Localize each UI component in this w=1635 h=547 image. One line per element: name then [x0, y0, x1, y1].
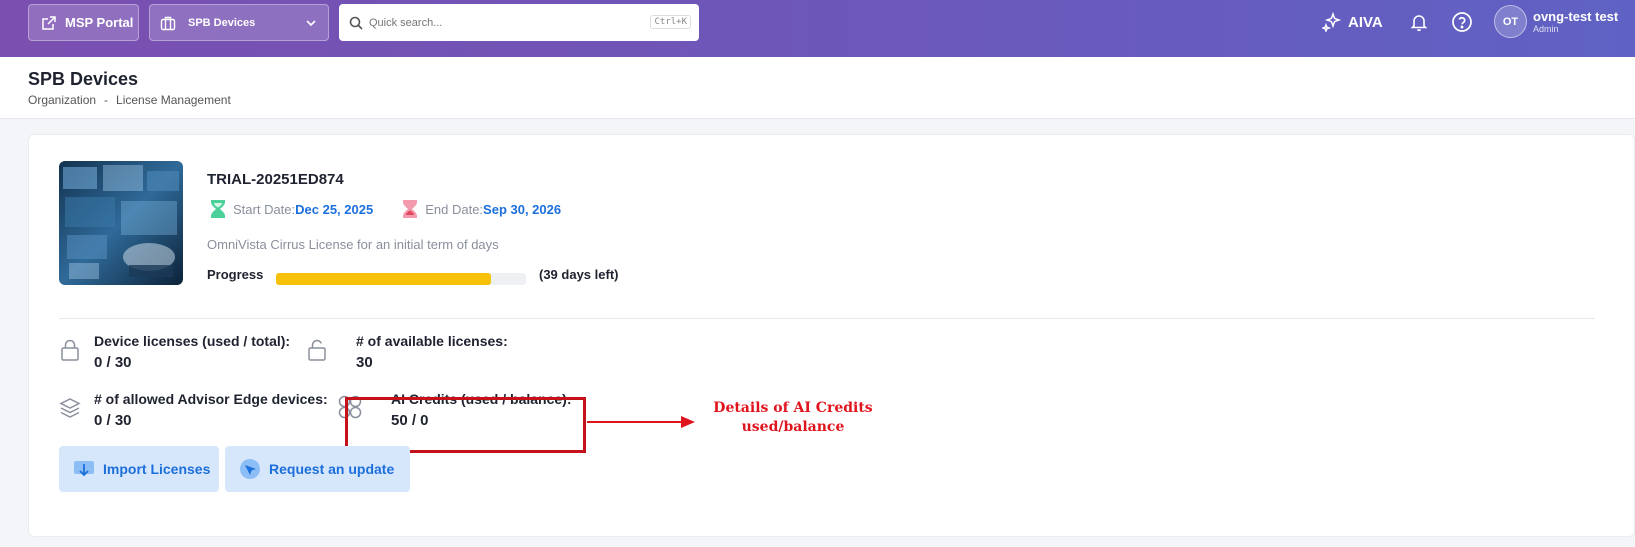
annotation-text: Details of AI Credits used/balance: [705, 399, 881, 437]
user-role: Admin: [1533, 24, 1559, 34]
device-licenses-label: Device licenses (used / total):: [94, 333, 291, 349]
progress-label: Progress: [207, 267, 264, 282]
search-input[interactable]: [369, 16, 639, 29]
annotation-line-1: Details of AI Credits: [713, 400, 873, 416]
unlock-icon: [308, 339, 326, 361]
quick-search[interactable]: Ctrl+K: [339, 4, 699, 41]
end-date-value: Sep 30, 2026: [483, 201, 562, 217]
page-title: SPB Devices: [28, 69, 139, 89]
import-licenses-label: Import Licenses: [103, 461, 211, 477]
progress-fill: [276, 273, 491, 285]
annotation-arrow: [587, 416, 695, 428]
msp-portal-label: MSP Portal: [65, 15, 134, 30]
device-licenses-value: 0 / 30: [94, 354, 132, 371]
help-icon[interactable]: [1451, 11, 1473, 33]
license-dates: Start Date: Dec 25, 2025 End Date: Sep 3…: [209, 199, 589, 219]
available-licenses-value: 30: [356, 354, 373, 371]
breadcrumb-organization[interactable]: Organization: [28, 93, 96, 107]
chevron-down-icon: [306, 20, 316, 27]
advisor-edge-label: # of allowed Advisor Edge devices:: [94, 391, 328, 407]
annotation-line-2: used/balance: [741, 419, 845, 435]
available-licenses-label: # of available licenses:: [356, 333, 508, 349]
breadcrumb-license-management: License Management: [116, 93, 231, 107]
aiva-button[interactable]: AIVA: [1322, 12, 1383, 32]
hourglass-end-icon: [403, 200, 418, 218]
organization-selector[interactable]: SPB Devices: [149, 4, 329, 41]
search-shortcut: Ctrl+K: [650, 15, 691, 29]
breadcrumb: Organization - License Management: [28, 93, 231, 107]
hourglass-start-icon: [211, 200, 225, 218]
start-date-label: Start Date:: [233, 201, 296, 217]
page-header: SPB Devices Organization - License Manag…: [0, 57, 1635, 119]
send-icon: [240, 459, 260, 479]
days-left: (39 days left): [539, 267, 619, 282]
top-bar: MSP Portal SPB Devices Ctrl+K AIVA OT ov…: [0, 0, 1635, 57]
bell-icon[interactable]: [1409, 12, 1429, 32]
annotation-highlight-box: [345, 397, 586, 453]
aiva-label: AIVA: [1348, 13, 1383, 31]
license-thumbnail: [59, 161, 183, 285]
search-icon: [349, 16, 363, 30]
request-update-label: Request an update: [269, 461, 395, 477]
start-date-value: Dec 25, 2025: [295, 201, 374, 217]
stat-device-licenses: Device licenses (used / total): 0 / 30: [94, 333, 290, 371]
license-description: OmniVista Cirrus License for an initial …: [207, 237, 499, 252]
organization-name: SPB Devices: [188, 16, 256, 29]
stat-available-licenses: # of available licenses: 30: [356, 333, 508, 371]
sparkle-icon: [1322, 12, 1342, 32]
briefcase-icon: [160, 16, 176, 30]
end-date-label: End Date:: [425, 201, 484, 217]
download-icon: [74, 461, 94, 477]
msp-portal-button[interactable]: MSP Portal: [28, 4, 139, 41]
breadcrumb-separator: -: [104, 93, 109, 107]
stat-advisor-edge: # of allowed Advisor Edge devices: 0 / 3…: [94, 391, 328, 429]
license-id: TRIAL-20251ED874: [207, 171, 344, 188]
advisor-edge-value: 0 / 30: [94, 412, 132, 429]
layers-icon: [59, 398, 81, 418]
user-name[interactable]: ovng-test test: [1533, 9, 1618, 24]
license-card: TRIAL-20251ED874 Start Date: Dec 25, 202…: [28, 134, 1635, 537]
external-link-icon: [42, 15, 56, 30]
progress-bar: [276, 273, 526, 285]
request-update-button[interactable]: Request an update: [225, 446, 410, 492]
avatar[interactable]: OT: [1494, 5, 1527, 38]
divider: [59, 318, 1595, 319]
import-licenses-button[interactable]: Import Licenses: [59, 446, 219, 492]
lock-icon: [61, 339, 79, 361]
